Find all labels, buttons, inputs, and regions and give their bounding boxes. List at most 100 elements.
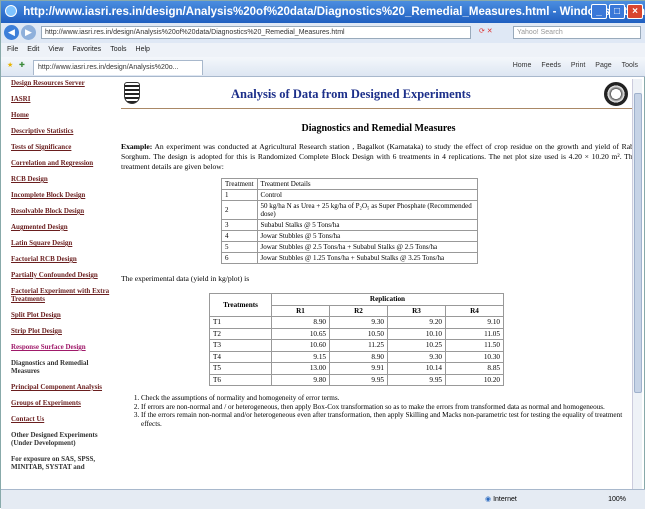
yield-cell: 10.14 bbox=[387, 362, 446, 375]
menu-item-help[interactable]: Help bbox=[136, 46, 150, 53]
scroll-thumb[interactable] bbox=[634, 93, 642, 393]
menu-item-view[interactable]: View bbox=[48, 46, 63, 53]
example-text: An experiment was conducted at Agricultu… bbox=[121, 142, 636, 171]
treatment-label-cell: T4 bbox=[209, 350, 272, 363]
yield-cell: 11.05 bbox=[445, 327, 504, 340]
menu-item-file[interactable]: File bbox=[7, 46, 18, 53]
treatment-table: Treatment Treatment Details 1 Control 2 50 kg… bbox=[221, 178, 478, 264]
vertical-scrollbar[interactable] bbox=[632, 79, 642, 489]
sidebar-link[interactable]: Split Plot Design bbox=[11, 311, 111, 319]
sidebar-link[interactable]: Incomplete Block Design bbox=[11, 191, 111, 199]
rep-header: R4 bbox=[445, 304, 504, 317]
sidebar-link[interactable]: RCB Design bbox=[11, 175, 111, 183]
sidebar-link[interactable]: IASRI bbox=[11, 95, 111, 103]
step-item: If errors are non-normal and / or hetero… bbox=[141, 403, 636, 412]
data-row: T1 8.90 9.30 9.20 9.10 bbox=[209, 316, 504, 329]
yield-cell: 9.20 bbox=[387, 316, 446, 329]
treatment-label-cell: T2 bbox=[209, 327, 272, 340]
example-label: Example: bbox=[121, 142, 153, 151]
replication-header: Replication bbox=[271, 293, 504, 306]
favorites-star-icon[interactable]: ★ bbox=[7, 61, 13, 69]
add-favorite-icon[interactable]: ✚ bbox=[19, 61, 25, 69]
window-title: http://www.iasri.res.in/design/Analysis%… bbox=[23, 6, 645, 18]
section-title: Diagnostics and Remedial Measures bbox=[301, 123, 456, 134]
data-row: T3 10.60 11.25 10.25 11.50 bbox=[209, 339, 504, 352]
internet-zone: ◉ Internet bbox=[485, 496, 517, 503]
main-content: Analysis of Data from Designed Experimen… bbox=[121, 79, 636, 487]
sidebar-link[interactable]: Descriptive Statistics bbox=[11, 127, 111, 135]
sidebar-link[interactable]: For exposure on SAS, SPSS, MINITAB, SYST… bbox=[11, 455, 111, 471]
toolbar-home-button[interactable]: Home bbox=[513, 62, 532, 69]
close-button[interactable]: × bbox=[627, 4, 643, 19]
sidebar-link[interactable]: Augmented Design bbox=[11, 223, 111, 231]
back-button[interactable]: ◀ bbox=[4, 25, 19, 40]
treatment-label-cell: T1 bbox=[209, 316, 272, 329]
data-row: T6 9.80 9.95 9.95 10.20 bbox=[209, 373, 504, 386]
treatment-row: 1 Control bbox=[221, 189, 478, 201]
url-input[interactable]: http://www.iasri.res.in/design/Analysis%… bbox=[41, 26, 471, 39]
example-paragraph: Example: An experiment was conducted at … bbox=[121, 142, 636, 172]
toolbar-tools-button[interactable]: Tools bbox=[622, 62, 638, 69]
sidebar-link[interactable]: Strip Plot Design bbox=[11, 327, 111, 335]
sidebar-link[interactable]: Latin Square Design bbox=[11, 239, 111, 247]
steps-list: Check the assumptions of normality and h… bbox=[141, 394, 636, 428]
sidebar-link[interactable]: Other Designed Experiments (Under Develo… bbox=[11, 431, 111, 447]
yield-data-table: Treatments Replication R1 R2 R3 R4 T1 8.90 9.… bbox=[209, 293, 504, 386]
yield-cell: 10.50 bbox=[329, 327, 388, 340]
toolbar-feeds-button[interactable]: Feeds bbox=[541, 62, 560, 69]
treatment-cell: 5 bbox=[221, 241, 258, 253]
menu-item-tools[interactable]: Tools bbox=[110, 46, 126, 53]
treatment-cell: Jowar Stubbles @ 1.25 Tons/ha + Subabul … bbox=[256, 252, 478, 264]
treatment-cell: 1 bbox=[221, 189, 258, 201]
menu-item-favorites[interactable]: Favorites bbox=[72, 46, 101, 53]
icar-logo-icon bbox=[604, 82, 628, 106]
yield-cell: 10.30 bbox=[445, 350, 504, 363]
tab-current[interactable]: http://www.iasri.res.in/design/Analysis%… bbox=[33, 60, 203, 75]
sidebar-link[interactable]: Contact Us bbox=[11, 415, 111, 423]
refresh-stop-icon[interactable]: ⟳ ✕ bbox=[479, 27, 493, 35]
globe-icon: ◉ bbox=[485, 496, 492, 503]
rep-header: R1 bbox=[271, 304, 330, 317]
sidebar-link[interactable]: Diagnostics and Remedial Measures bbox=[11, 359, 111, 375]
step-item: Check the assumptions of normality and h… bbox=[141, 394, 636, 403]
treatment-label-cell: T3 bbox=[209, 339, 272, 352]
forward-button[interactable]: ▶ bbox=[21, 25, 36, 40]
toolbar-page-button[interactable]: Page bbox=[595, 62, 611, 69]
page-title: Analysis of Data from Designed Experimen… bbox=[231, 87, 471, 101]
ie-icon bbox=[5, 5, 17, 17]
address-bar: ◀ ▶ http://www.iasri.res.in/design/Analy… bbox=[1, 23, 645, 43]
sidebar-link[interactable]: Groups of Experiments bbox=[11, 399, 111, 407]
sidebar-link[interactable]: Principal Component Analysis bbox=[11, 383, 111, 391]
sidebar-link[interactable]: Home bbox=[11, 111, 111, 119]
sidebar-link[interactable]: Design Resources Server bbox=[11, 79, 111, 87]
zoom-level[interactable]: 100% bbox=[608, 490, 626, 510]
sidebar-link[interactable]: Factorial RCB Design bbox=[11, 255, 111, 263]
treatment-row: 4 Jowar Stubbles @ 5 Tons/ha bbox=[221, 230, 478, 242]
sidebar-link[interactable]: Tests of Significance bbox=[11, 143, 111, 151]
yield-cell: 9.95 bbox=[387, 373, 446, 386]
treatment-cell: Jowar Stubbles @ 2.5 Tons/ha + Subabul S… bbox=[256, 241, 478, 253]
treatment-cell: 6 bbox=[221, 252, 258, 264]
treatment-row: 2 50 kg/ha N as Urea + 25 kg/ha of P₂O₅ a… bbox=[221, 200, 478, 220]
treatment-row: 5 Jowar Stubbles @ 2.5 Tons/ha + Subabul … bbox=[221, 241, 478, 253]
sidebar-link[interactable]: Correlation and Regression bbox=[11, 159, 111, 167]
sidebar-link[interactable]: Partially Confounded Design bbox=[11, 271, 111, 279]
sidebar-link[interactable]: Resolvable Block Design bbox=[11, 207, 111, 215]
toolbar-print-button[interactable]: Print bbox=[571, 62, 585, 69]
yield-cell: 9.80 bbox=[271, 373, 330, 386]
minimize-button[interactable]: _ bbox=[591, 4, 607, 19]
rep-header: R3 bbox=[387, 304, 446, 317]
sidebar-link[interactable]: Response Surface Design bbox=[11, 343, 111, 351]
search-input[interactable]: Yahoo! Search bbox=[513, 26, 641, 39]
treatment-row: 3 Subabul Stalks @ 5 Tons/ha bbox=[221, 219, 478, 231]
treatment-header-cell: Treatment bbox=[221, 178, 258, 190]
maximize-button[interactable]: □ bbox=[609, 4, 625, 19]
treatment-cell: Jowar Stubbles @ 5 Tons/ha bbox=[256, 230, 478, 242]
sidebar-link[interactable]: Factorial Experiment with Extra Treatmen… bbox=[11, 287, 111, 303]
treatment-header-row: Treatment Treatment Details bbox=[221, 178, 478, 190]
treatment-cell: 50 kg/ha N as Urea + 25 kg/ha of P₂O₅ as… bbox=[256, 200, 478, 220]
yield-cell: 8.90 bbox=[271, 316, 330, 329]
yield-cell: 10.10 bbox=[387, 327, 446, 340]
menu-item-edit[interactable]: Edit bbox=[27, 46, 39, 53]
data-row: T4 9.15 8.90 9.30 10.30 bbox=[209, 350, 504, 363]
